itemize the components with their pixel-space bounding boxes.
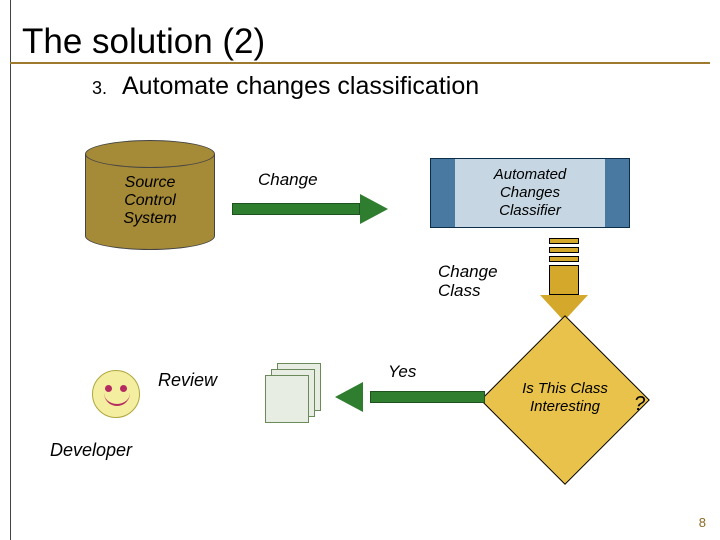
developer-label: Developer [50,440,132,461]
node-source-control: Source Control System [85,140,215,250]
edge-change-label: Change [258,170,318,190]
documents-icon [265,363,325,423]
edge-yes-label: Yes [388,362,416,382]
list-number: 3. [92,78,107,99]
arrow-yes [335,388,485,406]
source-control-label: Source Control System [85,174,215,228]
edge-review-label: Review [158,370,217,391]
list-item-text: Automate changes classification [122,72,479,101]
page-number: 8 [699,515,706,530]
slide-left-rule [10,0,11,540]
smiley-icon [92,370,140,418]
node-classifier: Automated Changes Classifier [430,158,630,228]
decision-label: Is This Class Interesting [485,380,645,416]
cylinder-top [85,140,215,168]
arrow-change [232,200,392,218]
decision-question-mark: ? [634,393,645,416]
title-underline: The solution (2) [10,6,710,64]
classifier-label: Automated Changes Classifier [455,159,605,227]
edge-change-class-label: Change Class [438,262,498,300]
slide-title: The solution (2) [22,22,265,62]
